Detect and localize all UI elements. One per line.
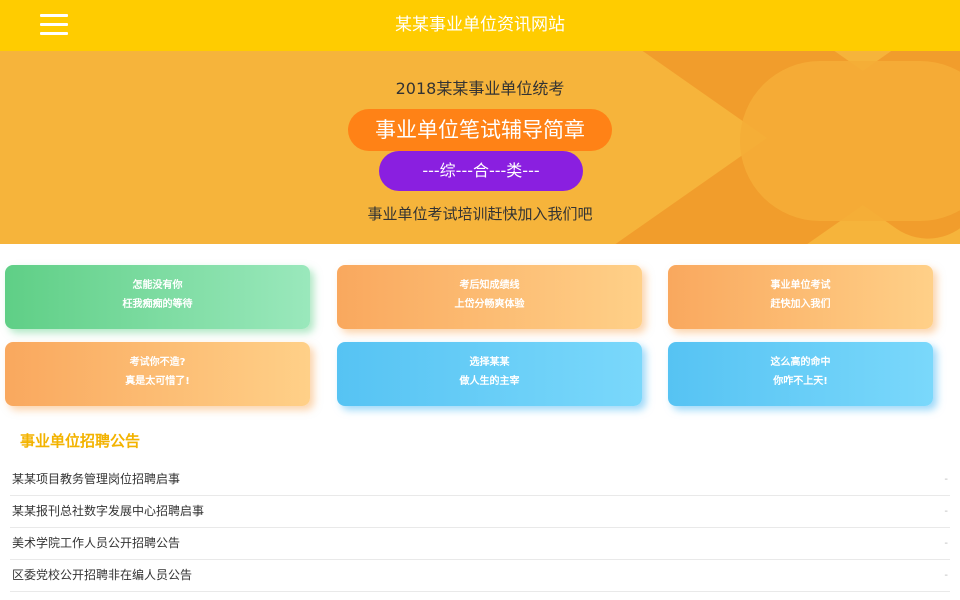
- banner-tagline: 事业单位考试培训赶快加入我们吧: [367, 205, 593, 223]
- notice-item[interactable]: 美术学院工作人员公开招聘公告 -: [10, 528, 950, 560]
- notices-heading: 事业单位招聘公告: [20, 432, 141, 450]
- card-line1: 怎能没有你: [132, 280, 183, 291]
- top-bar: 某某事业单位资讯网站: [0, 0, 960, 51]
- notice-title: 区委党校公开招聘非在编人员公告: [12, 568, 193, 582]
- card-line1: 选择某某: [469, 357, 510, 368]
- promo-card[interactable]: 这么高的命中 你咋不上天!: [668, 342, 933, 406]
- card-line2: 枉我痴痴的等待: [122, 299, 193, 310]
- notice-item[interactable]: 区委党校公开招聘非在编人员公告 -: [10, 560, 950, 592]
- notice-list: 某某项目教务管理岗位招聘启事 - 某某报刊总社数字发展中心招聘启事 - 美术学院…: [0, 464, 960, 592]
- notice-title: 某某项目教务管理岗位招聘启事: [12, 472, 181, 486]
- promo-card[interactable]: 选择某某 做人生的主宰: [337, 342, 642, 406]
- notice-marker: -: [944, 538, 948, 549]
- notice-marker: -: [944, 506, 948, 517]
- card-line2: 上岱分畅爽体验: [454, 299, 525, 310]
- notice-item[interactable]: 某某报刊总社数字发展中心招聘启事 -: [10, 496, 950, 528]
- card-line2: 赶快加入我们: [770, 299, 831, 310]
- promo-card[interactable]: 考后知成绩线 上岱分畅爽体验: [337, 265, 642, 329]
- notice-item[interactable]: 某某项目教务管理岗位招聘启事 -: [10, 464, 950, 496]
- notice-title: 某某报刊总社数字发展中心招聘启事: [12, 504, 205, 518]
- promo-card[interactable]: 怎能没有你 枉我痴痴的等待: [5, 265, 310, 329]
- card-line2: 真是太可惜了!: [125, 376, 190, 387]
- notice-marker: -: [944, 570, 948, 581]
- card-line2: 做人生的主宰: [459, 376, 520, 387]
- banner-main-pill[interactable]: 事业单位笔试辅导简章: [348, 109, 612, 151]
- card-line1: 考后知成绩线: [459, 280, 520, 291]
- banner-subtitle: 2018某某事业单位统考: [395, 79, 565, 98]
- card-line1: 这么高的命中: [770, 357, 831, 368]
- promo-banner[interactable]: 2018某某事业单位统考 事业单位笔试辅导简章 ---综---合---类--- …: [0, 51, 960, 244]
- notice-title: 美术学院工作人员公开招聘公告: [12, 536, 181, 550]
- promo-card[interactable]: 事业单位考试 赶快加入我们: [668, 265, 933, 329]
- notice-marker: -: [944, 474, 948, 485]
- promo-card[interactable]: 考试你不造? 真是太可惜了!: [5, 342, 310, 406]
- card-line2: 你咋不上天!: [773, 376, 828, 387]
- card-line1: 考试你不造?: [129, 357, 186, 368]
- banner-category-pill[interactable]: ---综---合---类---: [379, 151, 583, 191]
- card-line1: 事业单位考试: [770, 280, 831, 291]
- site-title: 某某事业单位资讯网站: [395, 15, 565, 35]
